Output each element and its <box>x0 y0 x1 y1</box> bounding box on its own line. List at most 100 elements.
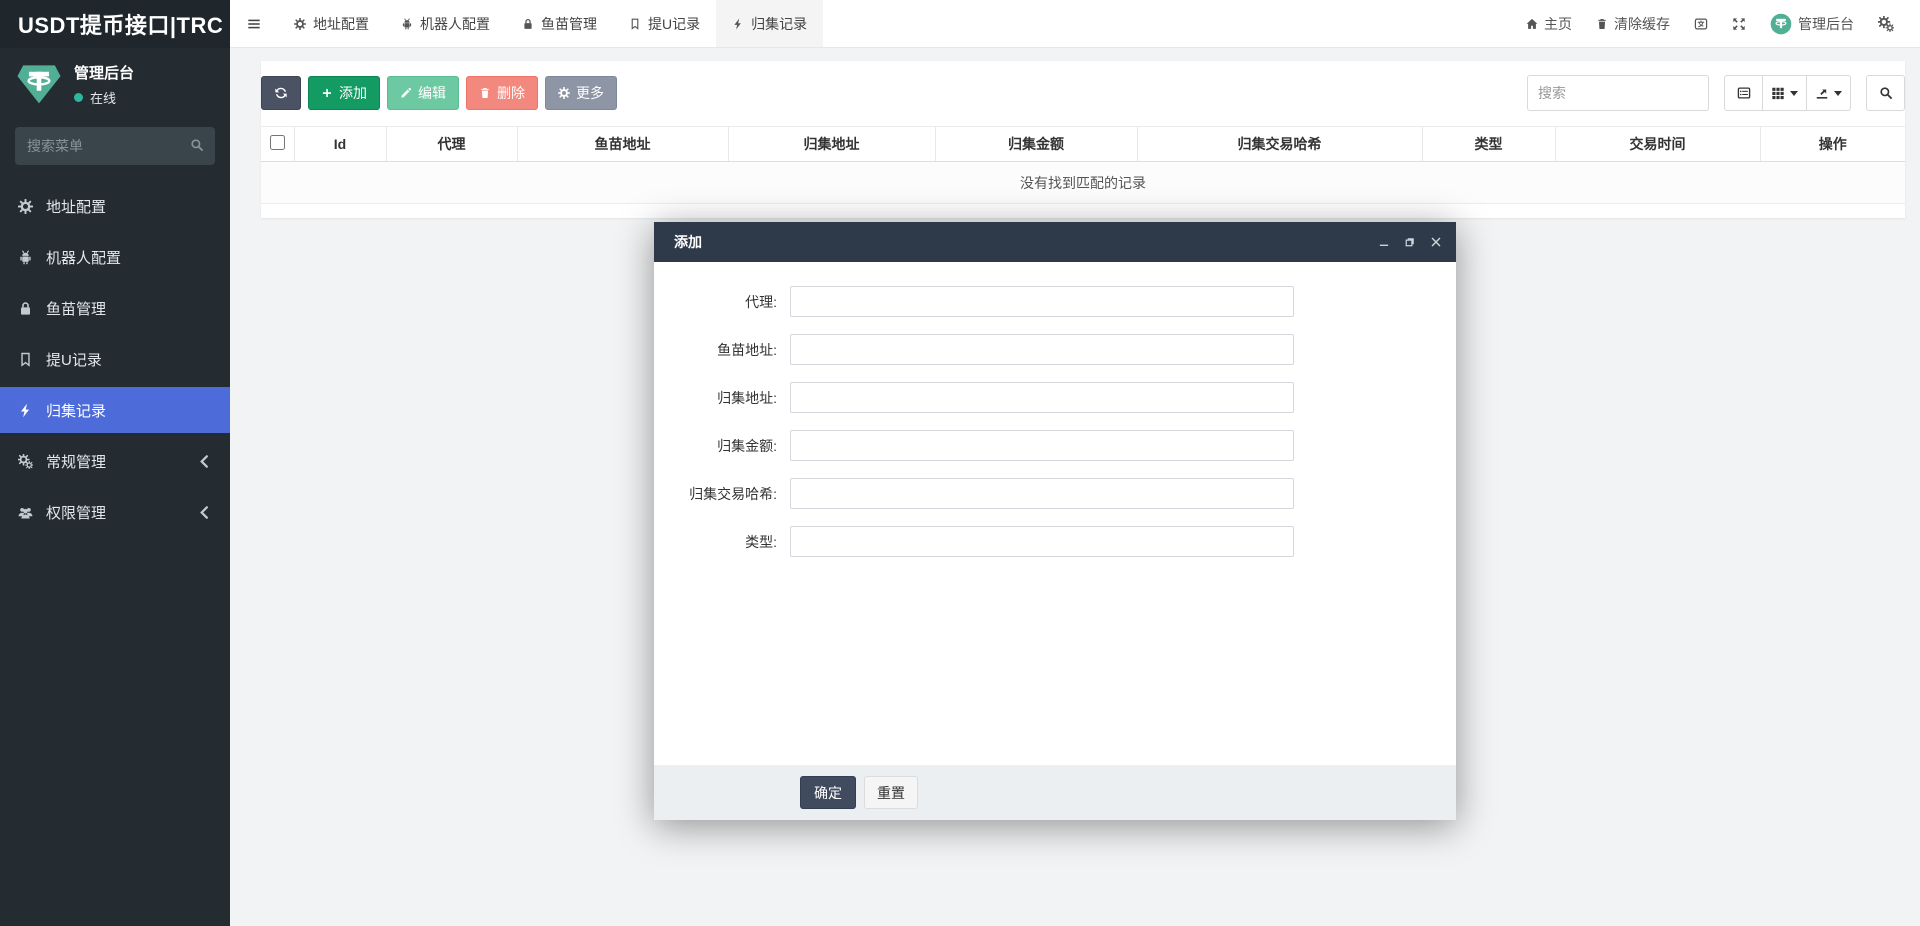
search-icon <box>1879 86 1893 100</box>
sidebar-item-collection-records[interactable]: 归集记录 <box>0 387 230 433</box>
tab-collection-records[interactable]: 归集记录 <box>716 0 823 47</box>
admin-profile-menu[interactable]: 管理后台 <box>1758 13 1866 35</box>
sidebar-item-robot-config[interactable]: 机器人配置 <box>0 234 230 280</box>
chevron-left-icon <box>197 454 212 469</box>
collection-address-field[interactable] <box>790 382 1294 413</box>
caret-down-icon <box>1790 91 1798 96</box>
type-field[interactable] <box>790 526 1294 557</box>
hamburger-icon <box>247 17 261 31</box>
online-status-dot <box>74 93 83 102</box>
home-link[interactable]: 主页 <box>1514 14 1584 34</box>
sidebar-item-label: 机器人配置 <box>46 247 121 268</box>
fry-address-field[interactable] <box>790 334 1294 365</box>
column-header-collection-tx-hash: 归集交易哈希 <box>1137 127 1422 162</box>
minimize-icon[interactable] <box>1378 236 1390 248</box>
no-records-message: 没有找到匹配的记录 <box>261 162 1905 204</box>
top-nav: 地址配置 机器人配置 鱼苗管理 提U记录 归集记录 主页 清除缓存 <box>230 0 1920 48</box>
close-icon[interactable] <box>1430 236 1442 248</box>
add-button-label: 添加 <box>339 83 367 103</box>
field-label-collection-amount: 归集金额: <box>654 436 790 456</box>
users-icon <box>18 505 33 520</box>
sidebar-item-general-management[interactable]: 常规管理 <box>0 438 230 484</box>
chevron-left-icon <box>197 505 212 520</box>
tab-withdraw-records[interactable]: 提U记录 <box>613 0 716 47</box>
sidebar-search <box>15 127 215 165</box>
confirm-button[interactable]: 确定 <box>800 776 856 809</box>
toggle-view-button[interactable] <box>1724 75 1763 111</box>
add-dialog: 添加 代理: 鱼苗地址: 归集地址: 归集金额: 归集交易哈希: 类型: <box>654 222 1456 820</box>
table-toolbar: 添加 编辑 删除 更多 <box>261 75 1905 126</box>
edit-button[interactable]: 编辑 <box>387 76 459 110</box>
refresh-button[interactable] <box>261 76 301 110</box>
field-label-fry-address: 鱼苗地址: <box>654 340 790 360</box>
bolt-icon <box>18 403 33 418</box>
field-label-type: 类型: <box>654 532 790 552</box>
fullscreen-button[interactable] <box>1720 17 1758 31</box>
sidebar-item-label: 权限管理 <box>46 502 106 523</box>
gear-icon <box>558 87 570 99</box>
clear-cache-label: 清除缓存 <box>1614 14 1670 34</box>
home-label: 主页 <box>1544 14 1572 34</box>
sidebar-user-status: 在线 <box>74 88 134 107</box>
sidebar-item-label: 提U记录 <box>46 349 102 370</box>
column-header-fry-address: 鱼苗地址 <box>517 127 728 162</box>
cogs-icon <box>1878 16 1894 32</box>
export-icon <box>1815 86 1829 100</box>
tab-fry-management[interactable]: 鱼苗管理 <box>506 0 613 47</box>
reset-button[interactable]: 重置 <box>864 776 918 809</box>
gear-icon <box>18 199 33 214</box>
language-icon <box>1694 17 1708 31</box>
online-status-label: 在线 <box>90 88 116 107</box>
sidebar-item-address-config[interactable]: 地址配置 <box>0 183 230 229</box>
sidebar-search-input[interactable] <box>15 127 215 165</box>
clear-cache-link[interactable]: 清除缓存 <box>1584 14 1682 34</box>
table-card: 添加 编辑 删除 更多 <box>261 61 1905 218</box>
maximize-icon[interactable] <box>1404 236 1416 248</box>
table-search-input[interactable] <box>1527 75 1709 111</box>
admin-name-label: 管理后台 <box>1798 14 1854 34</box>
sidebar-item-withdraw-records[interactable]: 提U记录 <box>0 336 230 382</box>
delete-button[interactable]: 删除 <box>466 76 538 110</box>
gear-icon <box>294 18 306 30</box>
tab-robot-config[interactable]: 机器人配置 <box>385 0 506 47</box>
sidebar-item-label: 常规管理 <box>46 451 106 472</box>
dialog-titlebar[interactable]: 添加 <box>654 222 1456 262</box>
sidebar-toggle-button[interactable] <box>230 0 278 47</box>
collection-tx-hash-field[interactable] <box>790 478 1294 509</box>
more-button[interactable]: 更多 <box>545 76 617 110</box>
tab-label: 提U记录 <box>648 14 700 34</box>
sidebar-menu: 地址配置 机器人配置 鱼苗管理 提U记录 归集记录 常规管理 <box>0 183 230 535</box>
bookmark-icon <box>18 352 33 367</box>
sidebar-item-label: 归集记录 <box>46 400 106 421</box>
table-empty-row: 没有找到匹配的记录 <box>261 162 1905 204</box>
export-dropdown-button[interactable] <box>1807 75 1851 111</box>
collection-amount-field[interactable] <box>790 430 1294 461</box>
robot-icon <box>401 18 413 30</box>
pencil-icon <box>400 87 412 99</box>
trash-icon <box>479 87 491 99</box>
bookmark-icon <box>629 18 641 30</box>
column-header-agent: 代理 <box>386 127 517 162</box>
column-header-type: 类型 <box>1422 127 1555 162</box>
search-button[interactable] <box>1866 75 1905 111</box>
tether-logo <box>16 61 62 107</box>
plus-icon <box>321 87 333 99</box>
agent-field[interactable] <box>790 286 1294 317</box>
robot-icon <box>18 250 33 265</box>
sidebar-item-label: 地址配置 <box>46 196 106 217</box>
language-button[interactable] <box>1682 17 1720 31</box>
edit-button-label: 编辑 <box>418 83 446 103</box>
sidebar-item-permission-management[interactable]: 权限管理 <box>0 489 230 535</box>
add-button[interactable]: 添加 <box>308 76 380 110</box>
tab-label: 归集记录 <box>751 14 807 34</box>
records-table: Id 代理 鱼苗地址 归集地址 归集金额 归集交易哈希 类型 交易时间 操作 没… <box>261 126 1905 204</box>
sidebar-item-fry-management[interactable]: 鱼苗管理 <box>0 285 230 331</box>
tab-address-config[interactable]: 地址配置 <box>278 0 385 47</box>
table-view-button-group <box>1724 75 1851 111</box>
settings-button[interactable] <box>1866 16 1906 32</box>
dialog-body: 代理: 鱼苗地址: 归集地址: 归集金额: 归集交易哈希: 类型: <box>654 262 1456 765</box>
select-all-checkbox[interactable] <box>270 135 285 150</box>
columns-dropdown-button[interactable] <box>1763 75 1807 111</box>
bolt-icon <box>732 18 744 30</box>
lock-icon <box>18 301 33 316</box>
